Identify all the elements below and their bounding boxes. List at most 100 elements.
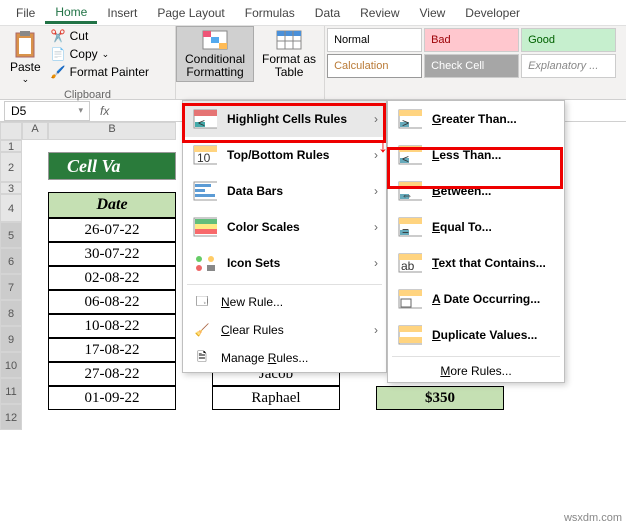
menu-icon-sets[interactable]: Icon Sets ›	[183, 245, 386, 281]
copy-button[interactable]: 📄 Copy ⌄	[49, 46, 151, 62]
style-explanatory[interactable]: Explanatory ...	[521, 54, 616, 78]
menu-label: More Rules...	[440, 364, 511, 378]
row-11[interactable]: 11	[0, 378, 22, 404]
chevron-right-icon: ›	[374, 220, 378, 234]
fx-icon[interactable]: fx	[94, 104, 115, 118]
menu-label: Equal To...	[432, 220, 492, 234]
row-3[interactable]: 3	[0, 182, 22, 194]
text-contains-icon: ab	[398, 253, 422, 273]
menu-data-bars[interactable]: Data Bars ›	[183, 173, 386, 209]
svg-text:10: 10	[197, 151, 211, 165]
tab-developer[interactable]: Developer	[455, 2, 530, 24]
scissors-icon: ✂️	[51, 29, 66, 43]
menu-separator	[392, 356, 560, 357]
cell-date[interactable]: 01-09-22	[48, 386, 176, 410]
row-2[interactable]: 2	[0, 152, 22, 182]
menu-manage-rules[interactable]: 🗎 Manage Rules...	[183, 344, 386, 372]
menu-clear-rules[interactable]: 🧹 Clear Rules ›	[183, 316, 386, 344]
row-6[interactable]: 6	[0, 248, 22, 274]
svg-text:>: >	[402, 116, 409, 129]
col-a[interactable]: A	[22, 122, 48, 140]
tab-data[interactable]: Data	[305, 2, 350, 24]
row-10[interactable]: 10	[0, 352, 22, 378]
cell-date[interactable]: 02-08-22	[48, 266, 176, 290]
row-5[interactable]: 5	[0, 222, 22, 248]
menu-label: Duplicate Values...	[432, 328, 537, 342]
menu-label: Data Bars	[227, 184, 283, 198]
style-normal[interactable]: Normal	[327, 28, 422, 52]
menu-highlight-cells-rules[interactable]: < Highlight Cells Rules ›	[183, 101, 386, 137]
menu-label: Greater Than...	[432, 112, 517, 126]
tab-formulas[interactable]: Formulas	[235, 2, 305, 24]
tab-view[interactable]: View	[410, 2, 456, 24]
annotation-arrow-icon: ↓	[378, 135, 388, 158]
conditional-formatting-icon	[201, 29, 229, 53]
menu-label: Manage Rules...	[221, 351, 308, 365]
submenu-duplicate-values[interactable]: Duplicate Values...	[388, 317, 564, 353]
submenu-more-rules[interactable]: More Rules...	[388, 360, 564, 382]
cell-date[interactable]: 30-07-22	[48, 242, 176, 266]
header-date[interactable]: Date	[48, 192, 176, 218]
col-b[interactable]: B	[48, 122, 176, 140]
menu-label: Color Scales	[227, 220, 300, 234]
date-occurring-icon	[398, 289, 422, 309]
menu-label: Clear Rules	[221, 323, 284, 337]
manage-rules-icon: 🗎	[193, 348, 211, 368]
menu-top-bottom-rules[interactable]: 10 Top/Bottom Rules ›	[183, 137, 386, 173]
tab-pagelayout[interactable]: Page Layout	[147, 2, 234, 24]
cell-date[interactable]: 06-08-22	[48, 290, 176, 314]
submenu-greater-than[interactable]: > Greater Than...	[388, 101, 564, 137]
tab-insert[interactable]: Insert	[97, 2, 147, 24]
svg-text:=: =	[402, 224, 409, 237]
submenu-date-occurring[interactable]: A Date Occurring...	[388, 281, 564, 317]
cell-date[interactable]: 10-08-22	[48, 314, 176, 338]
style-calculation[interactable]: Calculation	[327, 54, 422, 78]
submenu-less-than[interactable]: < Less Than...	[388, 137, 564, 173]
style-check-cell[interactable]: Check Cell	[424, 54, 519, 78]
copy-icon: 📄	[51, 47, 66, 61]
conditional-formatting-label: Conditional Formatting	[185, 53, 245, 79]
painter-label: Format Painter	[70, 65, 149, 79]
tab-file[interactable]: File	[6, 2, 45, 24]
format-painter-button[interactable]: 🖌️ Format Painter	[49, 64, 151, 80]
row-1[interactable]: 1	[0, 140, 22, 152]
cell-amount[interactable]: $350	[376, 386, 504, 410]
name-box[interactable]: D5 ▾	[4, 101, 90, 121]
cell-name[interactable]: Raphael	[212, 386, 340, 410]
ribbon-tabs: File Home Insert Page Layout Formulas Da…	[0, 0, 626, 26]
conditional-formatting-button[interactable]: Conditional Formatting	[176, 26, 254, 82]
copy-label: Copy	[70, 47, 98, 61]
style-bad[interactable]: Bad	[424, 28, 519, 52]
svg-text:<: <	[198, 116, 205, 129]
menu-color-scales[interactable]: Color Scales ›	[183, 209, 386, 245]
menu-label: Text that Contains...	[432, 256, 546, 270]
clear-rules-icon: 🧹	[193, 320, 211, 340]
row-9[interactable]: 9	[0, 326, 22, 352]
cut-button[interactable]: ✂️ Cut	[49, 28, 151, 44]
row-12[interactable]: 12	[0, 404, 22, 430]
submenu-between[interactable]: ⇔ Between...	[388, 173, 564, 209]
submenu-text-contains[interactable]: ab Text that Contains...	[388, 245, 564, 281]
paste-button[interactable]: Paste ⌄	[6, 28, 45, 87]
databars-icon	[193, 181, 217, 201]
highlight-cells-submenu: > Greater Than... < Less Than... ⇔ Betwe…	[387, 100, 565, 383]
cell-date[interactable]: 26-07-22	[48, 218, 176, 242]
cell-date[interactable]: 17-08-22	[48, 338, 176, 362]
menu-new-rule[interactable]: 🗔 New Rule...	[183, 288, 386, 316]
new-rule-icon: 🗔	[193, 292, 211, 312]
submenu-equal-to[interactable]: = Equal To...	[388, 209, 564, 245]
format-as-table-button[interactable]: Format as Table	[254, 26, 324, 82]
style-good[interactable]: Good	[521, 28, 616, 52]
cell-styles-gallery[interactable]: Normal Bad Good Calculation Check Cell E…	[325, 26, 618, 99]
select-all-triangle[interactable]	[0, 122, 22, 140]
row-4[interactable]: 4	[0, 194, 22, 222]
tab-review[interactable]: Review	[350, 2, 409, 24]
row-7[interactable]: 7	[0, 274, 22, 300]
tab-home[interactable]: Home	[45, 1, 97, 24]
row-8[interactable]: 8	[0, 300, 22, 326]
chevron-right-icon: ›	[374, 323, 378, 337]
table-icon	[275, 29, 303, 53]
chevron-down-icon[interactable]: ▾	[78, 105, 83, 116]
cell-date[interactable]: 27-08-22	[48, 362, 176, 386]
row-headers: 1 2 3 4 5 6 7 8 9 10 11 12	[0, 140, 22, 430]
